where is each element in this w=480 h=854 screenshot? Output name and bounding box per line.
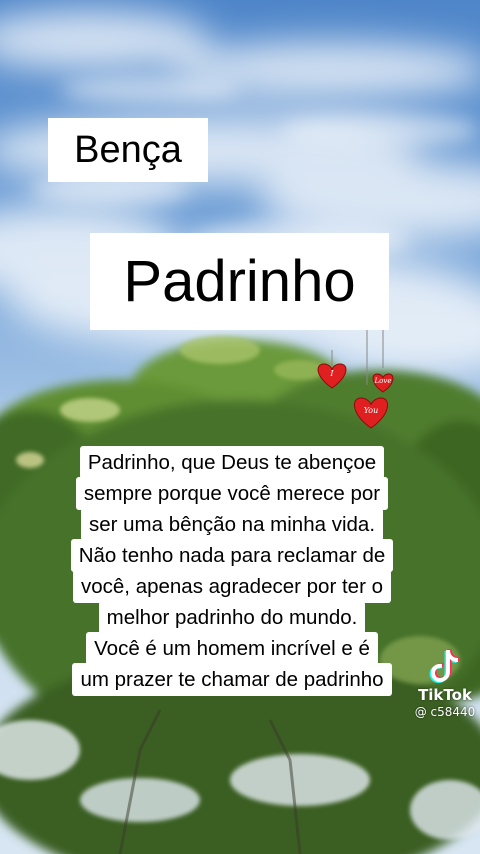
message-text: Padrinho, que Deus te abençoe sempre por… xyxy=(44,446,420,696)
tiktok-username: @ c58440 xyxy=(414,705,476,719)
heart-icon: Love xyxy=(372,373,394,393)
heart-right-top-text: Love xyxy=(374,377,392,385)
video-frame: Bença Padrinho I Love You Padrinho, que … xyxy=(0,0,480,854)
tiktok-watermark: TikTok @ c58440 xyxy=(410,648,480,728)
message-line: sempre porque você merece por xyxy=(75,477,389,510)
title-large: Padrinho xyxy=(90,233,389,330)
title-small: Bença xyxy=(48,118,208,182)
tiktok-brand: TikTok xyxy=(418,686,472,704)
hanging-hearts: I Love You xyxy=(317,330,394,429)
message-line: melhor padrinho do mundo. xyxy=(98,601,366,634)
tiktok-logo-icon xyxy=(429,649,460,683)
heart-right-bottom-text: You xyxy=(364,406,379,415)
message-line: Não tenho nada para reclamar de xyxy=(70,539,394,572)
message-line: ser uma bênção na minha vida. xyxy=(80,508,384,541)
heart-icon: You xyxy=(353,397,389,429)
message-line: Padrinho, que Deus te abençoe xyxy=(79,446,385,479)
message-line: um prazer te chamar de padrinho xyxy=(72,663,392,696)
message-line: Você é um homem incrível e é xyxy=(86,632,378,665)
message-line: você, apenas agradecer por ter o xyxy=(73,570,391,603)
heart-icon: I xyxy=(317,363,347,389)
